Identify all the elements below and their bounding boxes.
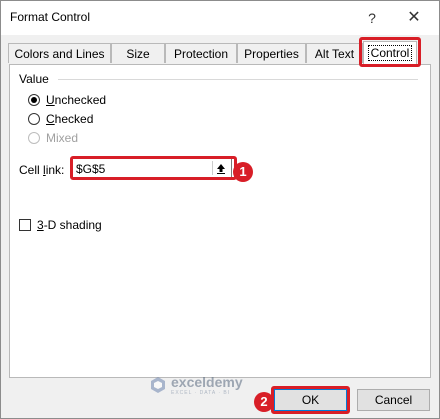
radio-button [28, 132, 40, 144]
tab-alt-text[interactable]: Alt Text [306, 43, 363, 63]
title-bar: Format Control ? ✕ [1, 1, 439, 35]
radio-label-checked: Checked [46, 112, 94, 126]
checkbox-box[interactable] [19, 219, 31, 231]
radio-label-unchecked: Unchecked [46, 93, 107, 107]
cancel-button[interactable]: Cancel [357, 389, 430, 411]
cell-link-highlight [70, 156, 237, 180]
control-panel: Value Unchecked Checked Mixed Cell link:… [9, 64, 431, 378]
ok-button-highlight [271, 386, 350, 414]
3d-shading-label: 3-D shading [37, 218, 102, 232]
radio-mixed: Mixed [28, 130, 78, 146]
value-group-label: Value [19, 72, 49, 86]
radio-unchecked[interactable]: Unchecked [28, 92, 106, 108]
exceldemy-logo-icon [151, 377, 165, 393]
close-icon[interactable]: ✕ [403, 7, 425, 29]
watermark-subtitle: EXCEL · DATA · BI [171, 390, 231, 396]
dialog-title: Format Control [10, 10, 91, 24]
watermark-title: exceldemy [171, 374, 243, 390]
tab-colors-and-lines[interactable]: Colors and Lines [8, 43, 111, 63]
radio-button[interactable] [28, 113, 40, 125]
format-control-dialog: Format Control ? ✕ Colors and Lines Size… [0, 0, 440, 419]
group-divider [58, 79, 418, 80]
cell-link-label: Cell link: [19, 163, 65, 177]
exceldemy-watermark: exceldemy EXCEL · DATA · BI [149, 374, 243, 396]
tab-size[interactable]: Size [111, 43, 165, 63]
radio-label-mixed: Mixed [46, 131, 79, 145]
tab-properties[interactable]: Properties [237, 43, 306, 63]
tab-protection[interactable]: Protection [165, 43, 237, 63]
help-icon[interactable]: ? [361, 7, 383, 29]
control-tab-highlight [359, 37, 421, 67]
radio-checked[interactable]: Checked [28, 111, 93, 127]
step-badge-1: 1 [233, 162, 253, 182]
3d-shading-checkbox[interactable]: 3-D shading [19, 217, 102, 233]
radio-button[interactable] [28, 94, 40, 106]
